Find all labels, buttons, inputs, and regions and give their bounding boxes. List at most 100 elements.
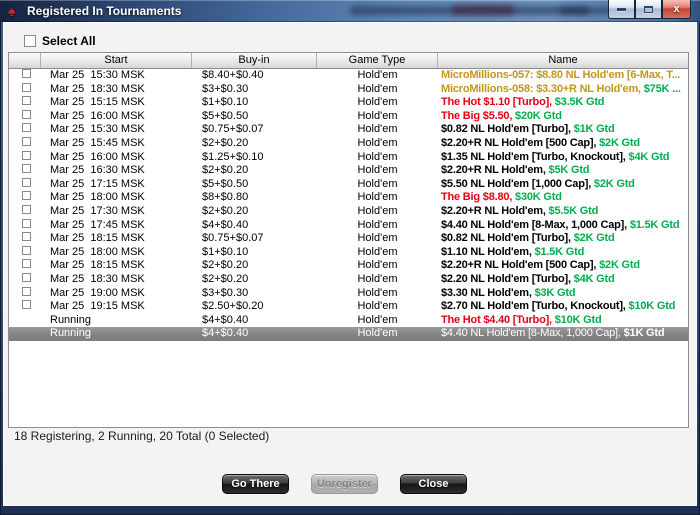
row-game-type: Hold'em <box>357 245 398 258</box>
row-checkbox-cell <box>9 232 41 246</box>
table-row[interactable]: Mar 25 18:15 MSK $2+$0.20 Hold'em $2.20+R N… <box>9 259 688 273</box>
name-segment: $3.5K Gtd <box>554 96 605 109</box>
go-there-button[interactable]: Go There <box>222 474 289 494</box>
row-start-time: Mar 25 15:15 MSK <box>50 96 145 109</box>
name-segment: $0.82 NL Hold'em [Turbo], <box>441 123 574 136</box>
name-segment: $1K Gtd <box>573 123 615 136</box>
close-button[interactable]: x <box>662 0 691 19</box>
row-buyin: $1.25+$0.10 <box>202 150 264 163</box>
row-checkbox[interactable] <box>22 109 31 119</box>
table-row[interactable]: Mar 25 17:30 MSK $2+$0.20 Hold'em $2.20+R N… <box>9 204 688 219</box>
table-row[interactable]: Mar 25 19:00 MSK $3+$0.30 Hold'em $3.30 NL … <box>9 286 688 301</box>
row-buyin: $4+$0.40 <box>202 327 249 340</box>
column-header-start[interactable]: Start <box>41 53 192 68</box>
row-tournament-name: $2.20+R NL Hold'em, $5K Gtd <box>438 164 688 178</box>
row-game-type: Hold'em <box>357 272 398 285</box>
table-row[interactable]: Mar 25 17:45 MSK $4+$0.40 Hold'em $4.40 NL … <box>9 218 688 233</box>
row-buyin: $1+$0.10 <box>202 96 249 109</box>
row-buyin: $5+$0.50 <box>202 177 249 190</box>
checkbox-icon[interactable] <box>24 35 36 47</box>
row-checkbox[interactable] <box>22 259 31 269</box>
table-row[interactable]: Mar 25 15:30 MSK $8.40+$0.40 Hold'em MicroM… <box>9 69 688 83</box>
row-checkbox[interactable] <box>22 177 31 187</box>
table-row[interactable]: Mar 25 18:30 MSK $2+$0.20 Hold'em $2.20 NL … <box>9 272 688 287</box>
row-start-time: Mar 25 16:00 MSK <box>50 150 145 163</box>
name-segment: $75K ... <box>643 82 681 95</box>
row-checkbox[interactable] <box>22 204 31 214</box>
table-row[interactable]: Mar 25 15:30 MSK $0.75+$0.07 Hold'em $0.82 … <box>9 123 688 137</box>
select-all-label: Select All <box>42 34 96 48</box>
row-game-type: Hold'em <box>357 218 398 231</box>
minimize-button[interactable] <box>608 0 635 19</box>
row-checkbox[interactable] <box>22 191 31 201</box>
maximize-button[interactable] <box>635 0 662 19</box>
select-all-checkbox[interactable]: Select All <box>24 34 96 48</box>
close-icon: x <box>673 2 680 15</box>
row-checkbox[interactable] <box>22 136 31 146</box>
name-segment: $10K Gtd <box>554 313 602 326</box>
row-buyin: $5+$0.50 <box>202 109 249 122</box>
window-title: Registered In Tournaments <box>27 4 182 18</box>
row-checkbox[interactable] <box>22 286 31 296</box>
name-segment: $2K Gtd <box>599 259 640 272</box>
row-game-type: Hold'em <box>357 191 398 204</box>
row-checkbox[interactable] <box>22 232 31 242</box>
button-row: Go There Unregister Close <box>222 474 467 494</box>
title-bar[interactable]: ♠ Registered In Tournaments x <box>0 0 700 22</box>
row-checkbox[interactable] <box>22 164 31 174</box>
pokerstars-spade-icon: ♠ <box>8 3 16 19</box>
row-tournament-name: $2.20 NL Hold'em [Turbo], $4K Gtd <box>438 273 688 287</box>
name-segment: $30K Gtd <box>515 191 562 204</box>
table-row[interactable]: Mar 25 18:15 MSK $0.75+$0.07 Hold'em $0.82 … <box>9 232 688 246</box>
row-tournament-name: The Big $8.80, $30K Gtd <box>438 191 688 205</box>
row-buyin: $2+$0.20 <box>202 136 249 149</box>
close-dialog-button[interactable]: Close <box>400 474 467 494</box>
name-segment: $3.30 NL Hold'em, <box>441 286 535 299</box>
row-checkbox-cell <box>9 259 41 273</box>
column-header-buyin[interactable]: Buy-in <box>192 53 317 68</box>
row-checkbox[interactable] <box>22 123 31 133</box>
table-row[interactable]: Mar 25 16:00 MSK $5+$0.50 Hold'em The Big $… <box>9 109 688 124</box>
column-header-checkbox[interactable] <box>9 53 41 68</box>
row-checkbox-cell <box>9 82 41 97</box>
name-segment: MicroMillions-057: $8.80 NL Hold'em [6-M… <box>441 69 681 81</box>
row-checkbox-cell <box>9 204 41 219</box>
row-checkbox[interactable] <box>22 218 31 228</box>
row-checkbox[interactable] <box>22 245 31 255</box>
table-row[interactable]: Mar 25 18:00 MSK $8+$0.80 Hold'em The Big $… <box>9 191 688 205</box>
row-tournament-name: $2.20+R NL Hold'em [500 Cap], $2K Gtd <box>438 137 688 151</box>
row-game-type: Hold'em <box>357 313 398 326</box>
table-row[interactable]: Mar 25 19:15 MSK $2.50+$0.20 Hold'em $2.70 … <box>9 300 688 314</box>
row-buyin: $0.75+$0.07 <box>202 232 264 245</box>
name-segment: $1.5K Gtd <box>629 218 680 231</box>
table-row[interactable]: Mar 25 15:45 MSK $2+$0.20 Hold'em $2.20+R N… <box>9 136 688 151</box>
column-header-name[interactable]: Name <box>438 53 688 68</box>
name-segment: $2.20 NL Hold'em [Turbo], <box>441 272 574 285</box>
table-row[interactable]: Mar 25 17:15 MSK $5+$0.50 Hold'em $5.50 NL … <box>9 177 688 192</box>
row-game-type: Hold'em <box>357 327 398 340</box>
table-row[interactable]: Mar 25 16:00 MSK $1.25+$0.10 Hold'em $1.35 … <box>9 150 688 165</box>
row-checkbox-cell <box>9 164 41 178</box>
row-game-type: Hold'em <box>357 204 398 217</box>
table-row[interactable]: Running $4+$0.40 Hold'em $4.40 NL Hold'em [… <box>9 327 688 341</box>
row-checkbox[interactable] <box>22 300 31 310</box>
row-checkbox[interactable] <box>22 82 31 92</box>
row-tournament-name: The Big $5.50, $20K Gtd <box>438 110 688 124</box>
row-buyin: $0.75+$0.07 <box>202 123 264 136</box>
table-row[interactable]: Mar 25 18:30 MSK $3+$0.30 Hold'em MicroMill… <box>9 82 688 97</box>
name-segment: $20K Gtd <box>515 109 562 122</box>
row-checkbox[interactable] <box>22 150 31 160</box>
row-checkbox[interactable] <box>22 69 31 78</box>
table-row[interactable]: Running $4+$0.40 Hold'em The Hot $4.40 [Tur… <box>9 314 688 328</box>
column-header-game-type[interactable]: Game Type <box>317 53 438 68</box>
row-game-type: Hold'em <box>357 177 398 190</box>
row-start-time: Mar 25 19:00 MSK <box>50 286 145 299</box>
row-game-type: Hold'em <box>357 96 398 109</box>
row-checkbox[interactable] <box>22 272 31 282</box>
table-row[interactable]: Mar 25 16:30 MSK $2+$0.20 Hold'em $2.20+R N… <box>9 164 688 178</box>
row-game-type: Hold'em <box>357 123 398 136</box>
row-start-time: Running <box>50 327 91 340</box>
table-row[interactable]: Mar 25 15:15 MSK $1+$0.10 Hold'em The Hot $… <box>9 96 688 110</box>
row-checkbox[interactable] <box>22 96 31 106</box>
table-row[interactable]: Mar 25 18:00 MSK $1+$0.10 Hold'em $1.10 NL … <box>9 245 688 260</box>
